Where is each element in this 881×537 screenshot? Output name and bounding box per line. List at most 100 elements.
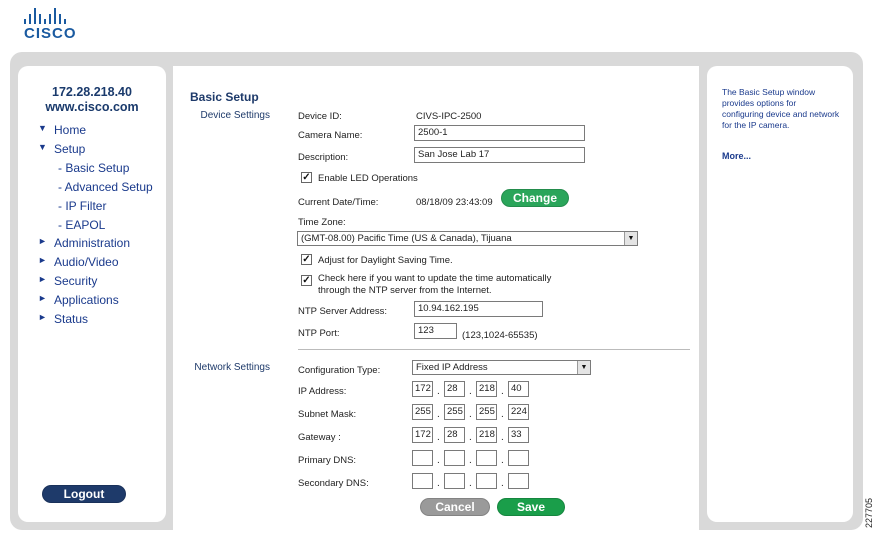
gateway-label: Gateway : (298, 432, 341, 443)
ip-octet-2[interactable]: 28 (444, 381, 465, 397)
sidebar-item-basic-setup[interactable]: - Basic Setup (58, 161, 129, 175)
date-time-label: Current Date/Time: (298, 197, 379, 208)
sidebar-item-status[interactable]: ► Status (38, 312, 88, 326)
ip-separator: . (469, 409, 472, 420)
device-id-value: CIVS-IPC-2500 (416, 111, 482, 122)
sidebar: 172.28.218.40 www.cisco.com ▼ Home ▼ Set… (18, 66, 166, 522)
time-zone-label: Time Zone: (298, 217, 346, 228)
ip-separator: . (437, 409, 440, 420)
gateway-octet-4[interactable]: 33 (508, 427, 529, 443)
expand-right-icon: ► (38, 274, 47, 284)
subnet-octet-2[interactable]: 255 (444, 404, 465, 420)
gateway-octet-2[interactable]: 28 (444, 427, 465, 443)
ip-separator: . (501, 455, 504, 466)
network-settings-label: Network Settings (194, 362, 270, 373)
primary-dns-octet-1[interactable] (412, 450, 433, 466)
ip-separator: . (501, 386, 504, 397)
help-text: The Basic Setup window provides options … (722, 87, 840, 130)
logout-button[interactable]: Logout (42, 485, 126, 503)
section-divider (298, 349, 690, 350)
ip-octet-3[interactable]: 218 (476, 381, 497, 397)
date-time-value: 08/18/09 23:43:09 (416, 197, 493, 208)
expand-right-icon: ► (38, 255, 47, 265)
sidebar-item-ip-filter[interactable]: - IP Filter (58, 199, 106, 213)
ntp-auto-update-checkbox[interactable]: ✓ (301, 275, 312, 286)
cisco-logo-text: CISCO (24, 25, 77, 42)
expand-right-icon: ► (38, 293, 47, 303)
description-field[interactable]: San Jose Lab 17 (414, 147, 585, 163)
cisco-logo: CISCO (24, 8, 94, 48)
primary-dns-octet-2[interactable] (444, 450, 465, 466)
secondary-dns-octet-1[interactable] (412, 473, 433, 489)
ip-octet-1[interactable]: 172 (412, 381, 433, 397)
ip-separator: . (469, 478, 472, 489)
ip-separator: . (501, 432, 504, 443)
daylight-saving-checkbox[interactable]: ✓ (301, 254, 312, 265)
save-button[interactable]: Save (497, 498, 565, 516)
subnet-octet-3[interactable]: 255 (476, 404, 497, 420)
ip-separator: . (437, 455, 440, 466)
gateway-octet-1[interactable]: 172 (412, 427, 433, 443)
secondary-dns-label: Secondary DNS: (298, 478, 369, 489)
ntp-auto-update-label-line1: Check here if you want to update the tim… (318, 273, 552, 284)
ip-separator: . (437, 432, 440, 443)
daylight-saving-label: Adjust for Daylight Saving Time. (318, 255, 453, 266)
subnet-mask-label: Subnet Mask: (298, 409, 357, 420)
host-domain: www.cisco.com (45, 100, 139, 114)
enable-led-checkbox[interactable]: ✓ (301, 172, 312, 183)
ntp-port-range: (123,1024-65535) (462, 330, 538, 341)
help-panel (707, 66, 853, 522)
gateway-octet-3[interactable]: 218 (476, 427, 497, 443)
ip-separator: . (501, 409, 504, 420)
secondary-dns-octet-3[interactable] (476, 473, 497, 489)
config-type-select[interactable]: Fixed IP Address ▼ (412, 360, 591, 375)
sidebar-item-home[interactable]: ▼ Home (38, 123, 86, 137)
subnet-octet-4[interactable]: 224 (508, 404, 529, 420)
sidebar-item-eapol[interactable]: - EAPOL (58, 218, 105, 232)
change-datetime-button[interactable]: Change (501, 189, 569, 207)
time-zone-select[interactable]: (GMT-08.00) Pacific Time (US & Canada), … (297, 231, 638, 246)
ip-separator: . (469, 432, 472, 443)
expand-right-icon: ► (38, 236, 47, 246)
ip-address-label: IP Address: (298, 386, 347, 397)
expand-right-icon: ► (38, 312, 47, 322)
ip-octet-4[interactable]: 40 (508, 381, 529, 397)
secondary-dns-octet-2[interactable] (444, 473, 465, 489)
ip-separator: . (469, 455, 472, 466)
subnet-octet-1[interactable]: 255 (412, 404, 433, 420)
page-title: Basic Setup (190, 90, 259, 104)
ntp-port-field[interactable]: 123 (414, 323, 457, 339)
primary-dns-octet-4[interactable] (508, 450, 529, 466)
figure-id: 227705 (864, 497, 874, 528)
enable-led-label: Enable LED Operations (318, 173, 418, 184)
ntp-port-label: NTP Port: (298, 328, 340, 339)
sidebar-item-administration[interactable]: ► Administration (38, 236, 130, 250)
ip-separator: . (469, 386, 472, 397)
sidebar-item-applications[interactable]: ► Applications (38, 293, 119, 307)
device-settings-label: Device Settings (200, 110, 270, 121)
dropdown-arrow-icon: ▼ (624, 232, 637, 245)
ntp-server-field[interactable]: 10.94.162.195 (414, 301, 543, 317)
device-id-label: Device ID: (298, 111, 342, 122)
cisco-bars-icon (24, 8, 94, 24)
sidebar-item-audio-video[interactable]: ► Audio/Video (38, 255, 119, 269)
more-link[interactable]: More... (722, 151, 751, 161)
sidebar-item-advanced-setup[interactable]: - Advanced Setup (58, 180, 153, 194)
host-ip: 172.28.218.40 (52, 85, 132, 99)
sidebar-item-setup[interactable]: ▼ Setup (38, 142, 85, 156)
ntp-server-label: NTP Server Address: (298, 306, 388, 317)
ip-separator: . (437, 478, 440, 489)
ntp-auto-update-label-line2: through the NTP server from the Internet… (318, 285, 492, 296)
primary-dns-octet-3[interactable] (476, 450, 497, 466)
primary-dns-label: Primary DNS: (298, 455, 357, 466)
ip-separator: . (437, 386, 440, 397)
expand-down-icon: ▼ (38, 142, 47, 152)
cancel-button[interactable]: Cancel (420, 498, 490, 516)
dropdown-arrow-icon: ▼ (577, 361, 590, 374)
secondary-dns-octet-4[interactable] (508, 473, 529, 489)
expand-down-icon: ▼ (38, 123, 47, 133)
config-type-label: Configuration Type: (298, 365, 381, 376)
camera-name-field[interactable]: 2500-1 (414, 125, 585, 141)
ip-separator: . (501, 478, 504, 489)
sidebar-item-security[interactable]: ► Security (38, 274, 97, 288)
